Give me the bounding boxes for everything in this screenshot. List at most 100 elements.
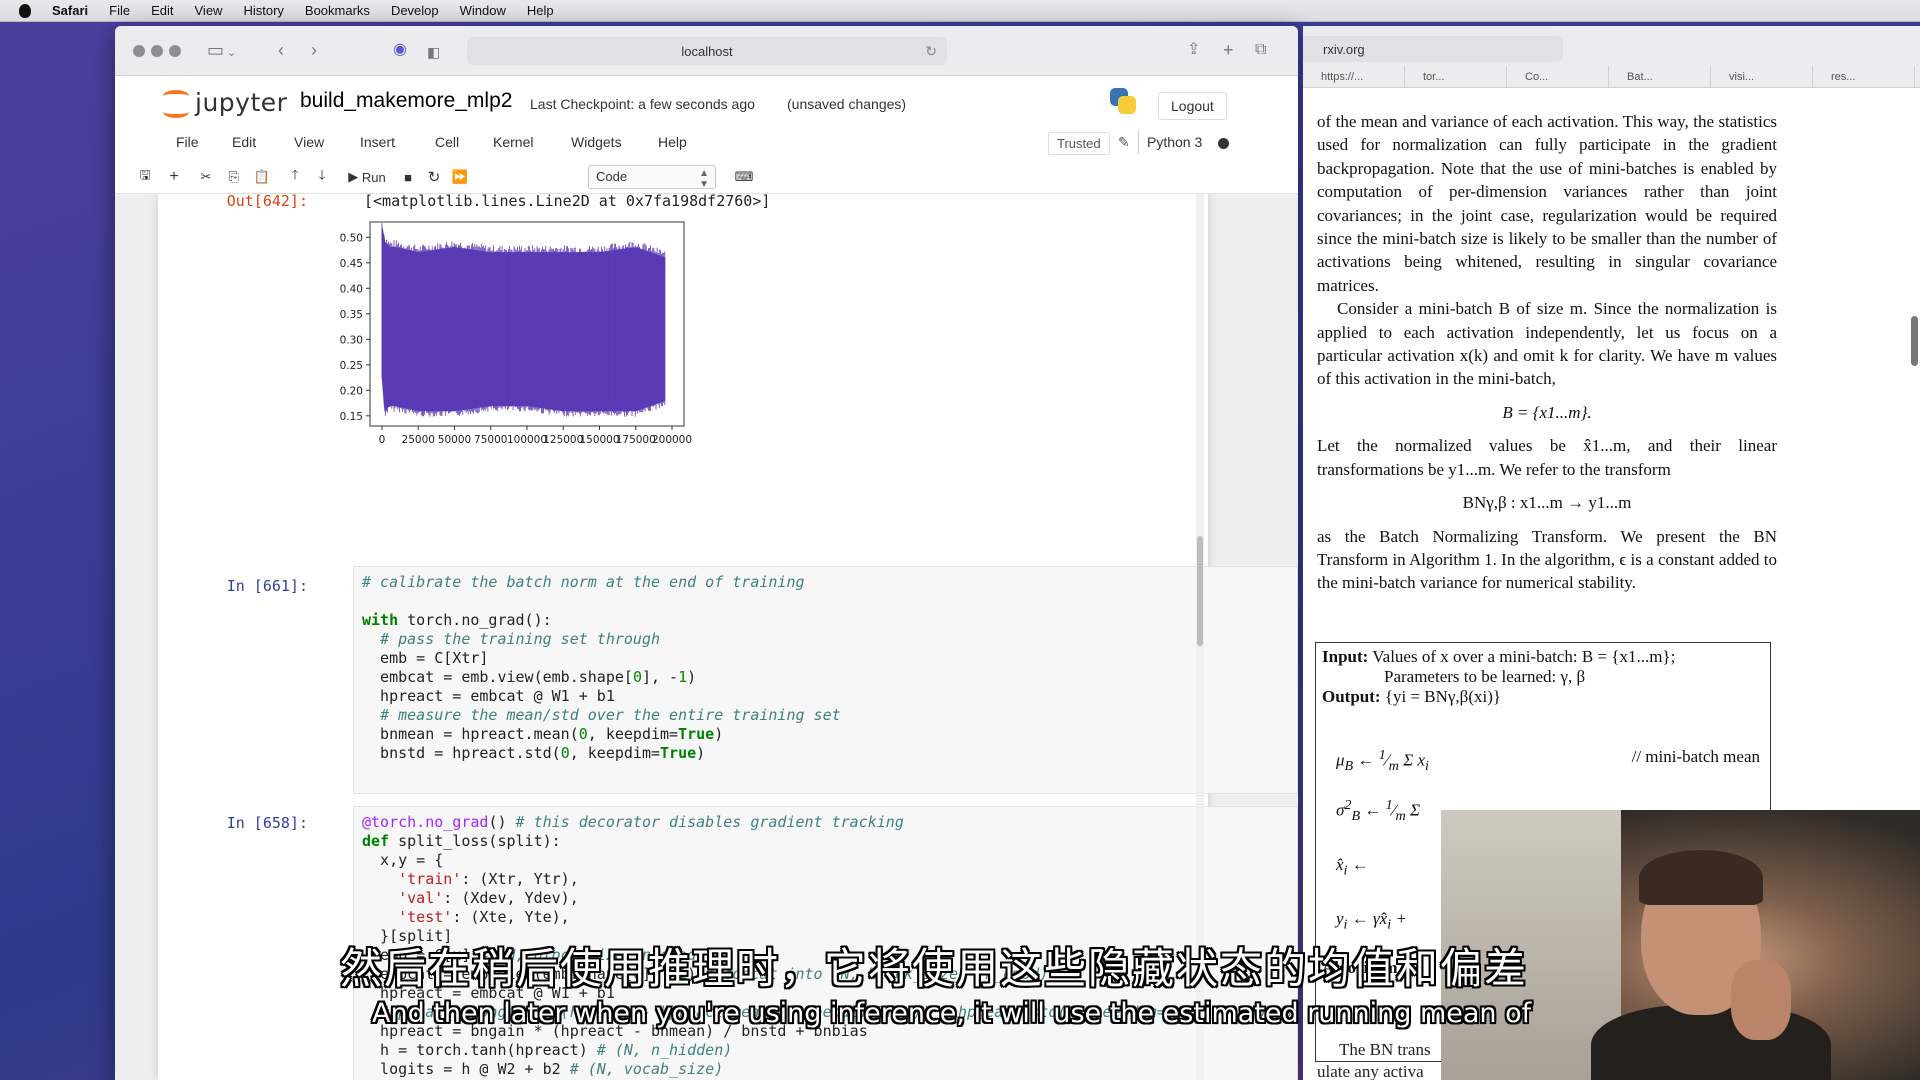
algo-input-label: Input: [1322,647,1369,666]
save-icon[interactable]: 🖫 [132,165,158,189]
tab-2[interactable]: tor... [1405,66,1507,88]
jp-menu-kernel[interactable]: Kernel [493,134,533,150]
cell-661-code-line: bnmean = hpreact.mean(0, keepdim=True) [362,725,724,743]
back-icon[interactable]: ‹ [278,40,284,60]
jp-menu-widgets[interactable]: Widgets [571,134,622,150]
x-tick-label: 75000 [474,434,507,446]
menu-view[interactable]: View [195,3,223,18]
menu-safari[interactable]: Safari [52,3,88,18]
zoom-window-button[interactable] [169,45,181,57]
output-text: [<matplotlib.lines.Line2D at 0x7fa198df2… [364,194,771,210]
cell-type-select[interactable]: Code ▲ ▼ [588,165,716,190]
move-up-icon[interactable]: 🡑 [282,165,308,189]
code-cell-661[interactable]: # calibrate the batch norm at the end of… [353,566,1298,794]
webcam-person-body [1591,1005,1831,1080]
algo-output-label: Output: [1322,687,1381,706]
kernel-name[interactable]: Python 3 [1138,130,1210,154]
y-tick-label: 0.40 [340,283,363,295]
jupyter-logo-icon[interactable] [163,90,189,118]
keyboard-icon[interactable]: ⌨ [731,165,757,189]
paper-paragraph-2: Consider a mini-batch B of size m. Since… [1317,299,1777,389]
y-tick-label: 0.25 [340,360,363,372]
move-down-icon[interactable]: 🡓 [309,165,335,189]
paper-paragraph-3: Let the normalized values be x̂1...m, an… [1317,436,1777,479]
cell-661-code-line: hpreact = embcat @ W1 + b1 [362,687,615,705]
tab-1[interactable]: https://... [1303,66,1405,88]
apple-icon[interactable] [14,0,36,22]
jp-menu-cell[interactable]: Cell [435,134,459,150]
jp-menu-help[interactable]: Help [658,134,687,150]
sidebar-icon[interactable]: ▭ [207,40,224,60]
stop-icon[interactable]: ■ [395,165,421,189]
logout-button[interactable]: Logout [1158,92,1227,120]
x-tick-label: 50000 [438,434,471,446]
menu-window[interactable]: Window [460,3,506,18]
copy-icon[interactable]: ⎘ [221,165,247,189]
address-bar[interactable]: localhost ↻ [467,37,947,65]
jp-menu-view[interactable]: View [294,134,324,150]
algo-output-text: {yi = BNγ,β(xi)} [1384,687,1502,706]
menu-history[interactable]: History [243,3,283,18]
shield-icon[interactable]: ◧ [427,42,440,62]
algo-params: Parameters to be learned: γ, β [1384,667,1586,686]
arxiv-toolbar: rxiv.org https://... tor... Co... Bat...… [1303,26,1920,88]
trusted-badge[interactable]: Trusted [1048,132,1110,155]
tab-overview-icon[interactable]: ⧉ [1255,40,1266,60]
tab-5[interactable]: visi... [1711,66,1813,88]
extension-icon[interactable]: ◉ [393,40,407,60]
paper-equation-1: B = {x1...m}. [1502,402,1592,422]
run-icon: ▶ [348,169,362,184]
cell-658-code-line: logits = h @ W2 + b2 # (N, vocab_size) [362,1060,724,1078]
paper-text: of the mean and variance of each activat… [1317,110,1777,595]
jupyter-brand[interactable]: jupyter [195,88,287,117]
forward-icon[interactable]: › [311,40,317,60]
menu-develop[interactable]: Develop [391,3,439,18]
insert-cell-icon[interactable]: + [161,165,187,189]
new-tab-icon[interactable]: + [1223,40,1234,60]
jp-menu-file[interactable]: File [176,134,199,150]
chevron-down-icon[interactable]: ⌄ [227,43,236,63]
arxiv-address-bar[interactable]: rxiv.org [1303,36,1563,62]
close-window-button[interactable] [133,45,145,57]
y-tick-label: 0.50 [340,232,363,244]
safari-toolbar: ▭ ⌄ ‹ › ◉ ◧ localhost ↻ ⇪ + ⧉ [115,26,1298,76]
jp-menu-insert[interactable]: Insert [360,134,395,150]
cell-type-value: Code [596,169,628,184]
paste-icon[interactable]: 📋 [249,165,275,189]
cell-661-code-line: # measure the mean/std over the entire t… [380,706,841,724]
cell-658-code-line: x,y = { [362,851,444,869]
cell-661-code-line: with torch.no_grad(): [362,611,552,629]
restart-icon[interactable]: ↻ [421,165,447,189]
tab-3[interactable]: Co... [1507,66,1609,88]
menu-bookmarks[interactable]: Bookmarks [305,3,370,18]
cell-661-code-line: emb = C[Xtr] [362,649,489,667]
x-tick-label: 200000 [652,434,692,446]
arxiv-tab-bar: https://... tor... Co... Bat... visi... … [1303,66,1920,88]
tab-6[interactable]: res... [1813,66,1915,88]
checkpoint-status: Last Checkpoint: a few seconds ago [530,96,755,112]
cell-658-code-line: def split_loss(split): [362,832,561,850]
y-tick-label: 0.30 [340,334,363,346]
cell-658-code-line: @torch.no_grad() # this decorator disabl… [362,813,904,831]
subtitle-chinese: 然后在稍后使用推理时，它将使用这些隐藏状态的均值和偏差 [340,944,1529,993]
x-tick-label: 25000 [402,434,435,446]
scrollbar-thumb[interactable] [1197,536,1203,646]
minimize-window-button[interactable] [151,45,163,57]
tab-4[interactable]: Bat... [1609,66,1711,88]
menu-file[interactable]: File [109,3,130,18]
notebook-name[interactable]: build_makemore_mlp2 [300,89,512,113]
cell-658-prompt: In [658]: [226,814,308,832]
arxiv-scrollbar[interactable] [1911,316,1918,366]
cut-icon[interactable]: ✂ [193,165,219,189]
y-tick-label: 0.35 [340,309,363,321]
run-button[interactable]: ▶ Run [341,165,393,189]
pencil-icon[interactable]: ✎ [1118,134,1130,151]
menu-help[interactable]: Help [527,3,554,18]
reload-icon[interactable]: ↻ [925,43,937,60]
fast-forward-icon[interactable]: ⏩ [447,165,473,189]
algo-mean-comment: // mini-batch mean [1631,747,1760,766]
menu-edit[interactable]: Edit [151,3,173,18]
share-icon[interactable]: ⇪ [1187,40,1200,60]
webcam-person-hair [1639,850,1763,905]
jp-menu-edit[interactable]: Edit [232,134,256,150]
